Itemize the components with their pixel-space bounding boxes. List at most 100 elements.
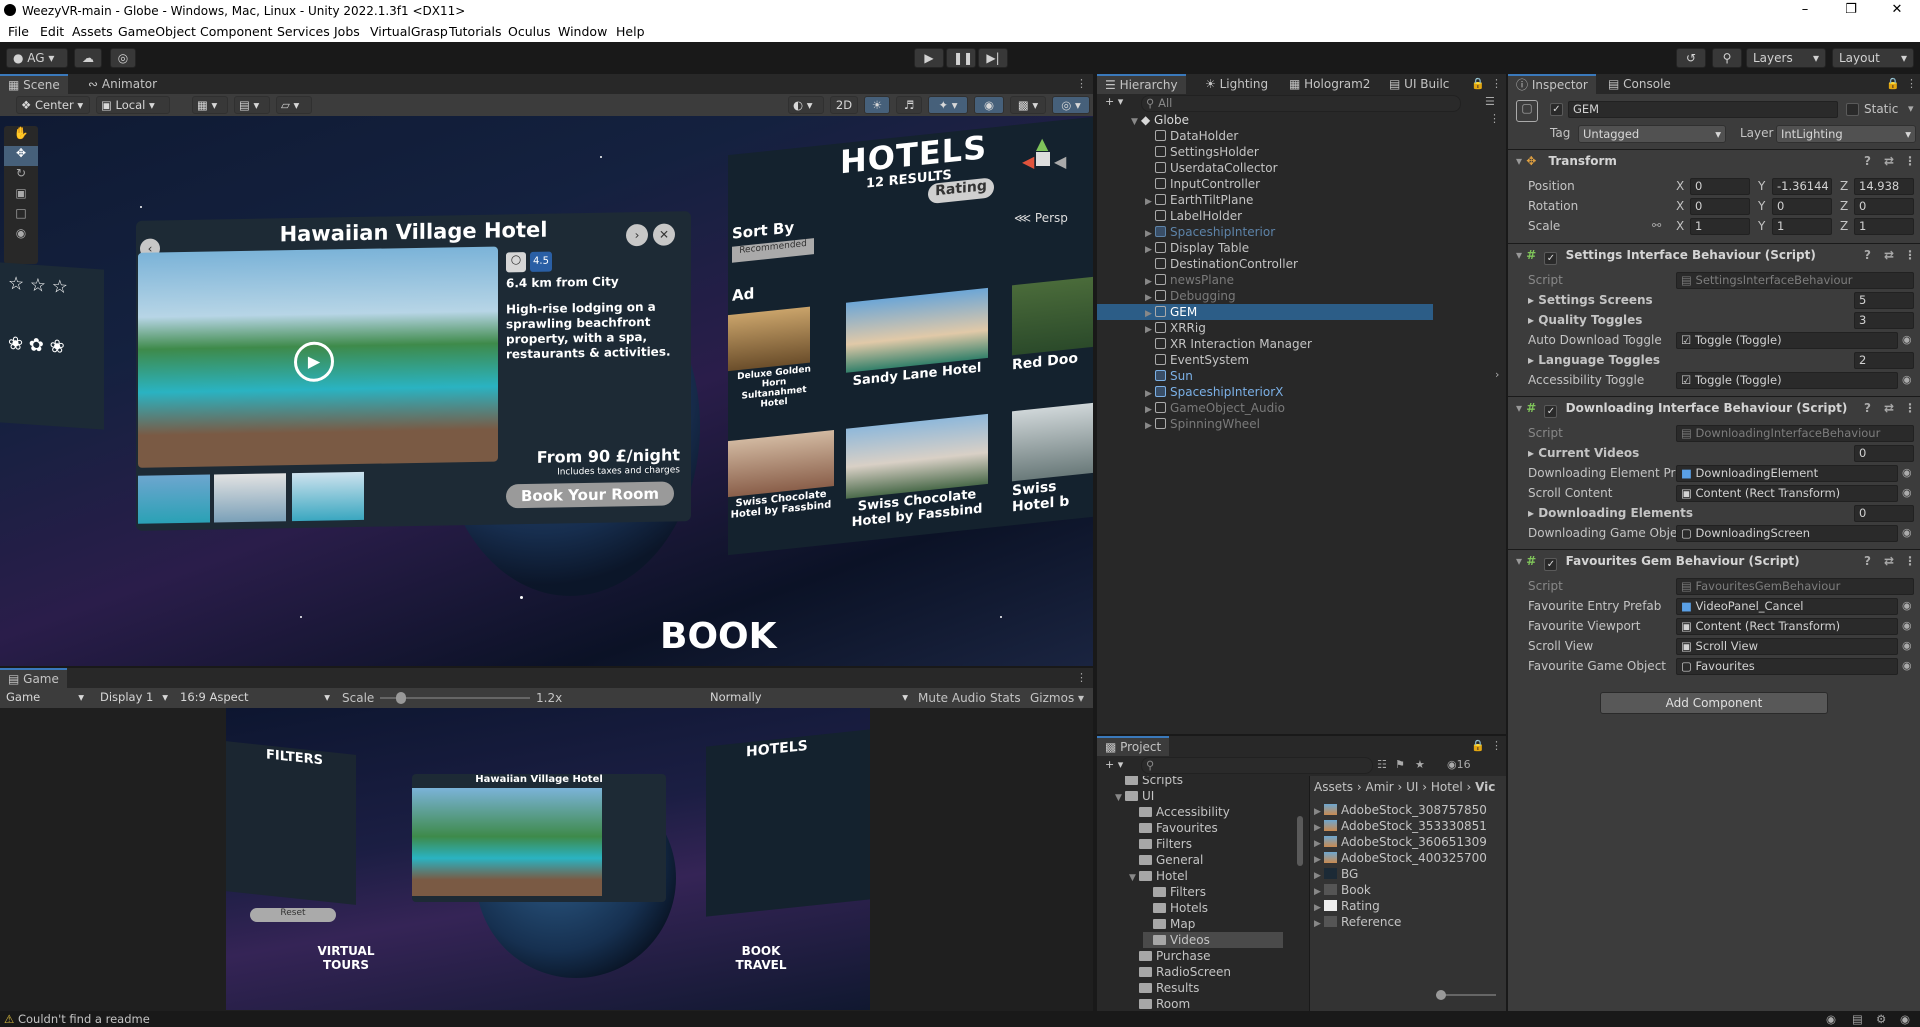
pause-button[interactable]: ❚❚ [946,48,976,68]
hierarchy-item[interactable]: SettingsHolder [1097,144,1259,160]
position-z-field[interactable]: 14.938 [1854,178,1914,195]
project-asset[interactable]: ▶ AdobeStock_353330851 [1314,818,1487,834]
object-picker-icon[interactable]: ◉ [1902,639,1912,652]
project-folder[interactable]: Results [1129,980,1199,996]
tab-hierarchy[interactable]: ☰ Hierarchy [1097,74,1186,94]
menu-virtualgrasp[interactable]: VirtualGrasp [370,24,448,39]
project-folder[interactable]: ▼ Hotel [1129,868,1188,884]
grid-snap-icon[interactable]: ▦ ▾ [192,96,228,114]
breadcrumb-hotel[interactable]: Hotel [1431,780,1463,794]
hierarchy-item[interactable]: UserdataCollector [1097,160,1278,176]
scale-z-field[interactable]: 1 [1854,218,1914,235]
object-picker-icon[interactable]: ◉ [1902,526,1912,539]
icon-size-slider[interactable] [1436,990,1496,1000]
static-checkbox[interactable] [1846,103,1859,116]
project-asset[interactable]: ▶ Reference [1314,914,1401,930]
project-asset[interactable]: ▶ BG [1314,866,1358,882]
quality-toggles-label[interactable]: ▸ Quality Toggles [1528,313,1642,327]
hierarchy-item[interactable]: DestinationController [1097,256,1298,272]
favourites-more-icon[interactable]: ⋮ [1904,550,1916,572]
icon-size-handle[interactable] [1436,990,1446,1000]
object-picker-icon[interactable]: ◉ [1902,373,1912,386]
step-button[interactable]: ▶| [978,48,1008,68]
object-picker-icon[interactable]: ◉ [1902,466,1912,479]
lighting-toggle-icon[interactable]: ☀ [864,96,890,114]
scale-tool-icon[interactable]: ▣ [4,186,38,206]
game-mode-dropdown[interactable]: Game ▾ [2,689,88,707]
hotel-thumb-d[interactable] [728,430,834,498]
hidden-packages-icon[interactable]: ◉16 [1447,758,1471,771]
tab-console[interactable]: ▤ Console [1600,74,1679,94]
play-button[interactable]: ▶ [914,48,944,68]
project-folder[interactable]: Filters [1129,836,1192,852]
gizmos-icon[interactable]: ◎ ▾ [1052,96,1090,114]
scene-root-globe[interactable]: ▼ ◆ Globe [1131,112,1189,128]
thumbnail-1[interactable] [138,474,210,524]
move-tool-icon[interactable]: ✥ [4,146,38,166]
hierarchy-item[interactable]: ▶ XRRig [1097,320,1206,336]
audio-toggle-icon[interactable]: ♬ [896,96,922,114]
object-picker-icon[interactable]: ◉ [1902,333,1912,346]
z-axis-icon[interactable]: ◀ [1054,152,1066,171]
hierarchy-item[interactable]: LabelHolder [1097,208,1242,224]
scene-viewport[interactable]: ✋ ✥ ↻ ▣ □ ◉ ☆ ☆ ☆ ❀ ✿ ❀ Hawaiian Village… [0,116,1093,666]
rotation-z-field[interactable]: 0 [1854,198,1914,215]
recommended-option[interactable]: Recommended [732,238,814,263]
auto-download-field[interactable]: ☑ Toggle (Toggle) [1676,332,1898,349]
folder-arrow-icon[interactable]: ▼ [1115,790,1125,806]
effects-toggle-icon[interactable]: ✦ ▾ [928,96,968,114]
breadcrumb-assets[interactable]: Assets [1314,780,1353,794]
hierarchy-item[interactable]: EventSystem [1097,352,1249,368]
settings-more-icon[interactable]: ⋮ [1904,244,1916,266]
project-folder[interactable]: Favourites [1129,820,1218,836]
play-focus-dropdown[interactable]: Normally ▾ [706,689,912,707]
transform-tool-icon[interactable]: ◉ [4,226,38,246]
asset-arrow-icon[interactable]: ▶ [1314,916,1324,932]
mute-audio-toggle[interactable]: Mute Audio [918,691,986,705]
project-folder[interactable]: Room [1129,996,1190,1011]
hierarchy-item[interactable]: ▶ SpinningWheel [1097,416,1260,432]
play-video-icon[interactable]: ▶ [294,341,334,383]
hierarchy-item[interactable]: DataHolder [1097,128,1238,144]
downloading-gameobject-field[interactable]: ▢ DownloadingScreen [1676,525,1898,542]
scene-orientation-gizmo[interactable]: ▲ ◀ ◀ [1010,134,1070,190]
tab-scene[interactable]: ▦ Scene [0,74,68,94]
thumbnail-3[interactable] [292,471,364,522]
hierarchy-more-icon[interactable]: ⋮ [1491,77,1502,90]
status-message[interactable]: Couldn't find a readme [18,1012,150,1026]
object-picker-icon[interactable]: ◉ [1902,619,1912,632]
scale-x-field[interactable]: 1 [1690,218,1750,235]
folder-arrow-icon[interactable]: ▼ [1129,870,1139,886]
project-lock-icon[interactable]: 🔒 [1471,739,1485,752]
close-card-icon[interactable]: ✕ [653,223,675,246]
hotel-thumb-b[interactable] [846,287,988,373]
menu-assets[interactable]: Assets [72,24,113,39]
project-folder[interactable]: General [1129,852,1203,868]
component-more-icon[interactable]: ⋮ [1904,150,1916,172]
camera-settings-icon[interactable]: ▩ ▾ [1010,96,1046,114]
align-icon[interactable]: ▱ ▾ [276,96,312,114]
cloud-icon[interactable]: ☁ [74,48,102,68]
account-dropdown[interactable]: ● AG ▾ [6,48,68,68]
tab-game[interactable]: ▤ Game [0,668,67,688]
project-asset[interactable]: ▶ AdobeStock_360651309 [1314,834,1487,850]
draw-mode-icon[interactable]: ◐ ▾ [788,96,824,114]
hotel-thumb-f[interactable] [1012,402,1093,482]
space-dropdown[interactable]: ▣ Local ▾ [96,96,170,114]
display-dropdown[interactable]: Display 1 ▾ [96,689,172,707]
menu-oculus[interactable]: Oculus [508,24,551,39]
project-tree-scrollbar[interactable] [1297,816,1303,866]
favourite-search-icon[interactable]: ★ [1415,758,1425,771]
transform-header[interactable]: ▾ ✥ Transform ? ⇄ ⋮ [1508,149,1920,171]
book-room-button[interactable]: Book Your Room [506,481,674,509]
downloading-preset-icon[interactable]: ⇄ [1884,397,1894,419]
toggle-2d-button[interactable]: 2D [830,96,858,114]
lock-icon[interactable]: 🔒 [1471,77,1485,90]
snap-increment-icon[interactable]: ▤ ▾ [234,96,270,114]
active-checkbox[interactable]: ✓ [1550,103,1563,116]
rotate-tool-icon[interactable]: ↻ [4,166,38,186]
tag-dropdown[interactable]: Untagged ▾ [1578,125,1726,143]
language-toggles-count[interactable]: 2 [1854,352,1914,369]
expand-arrow-icon[interactable]: ▶ [1145,418,1155,434]
downloading-help-icon[interactable]: ? [1864,397,1871,419]
